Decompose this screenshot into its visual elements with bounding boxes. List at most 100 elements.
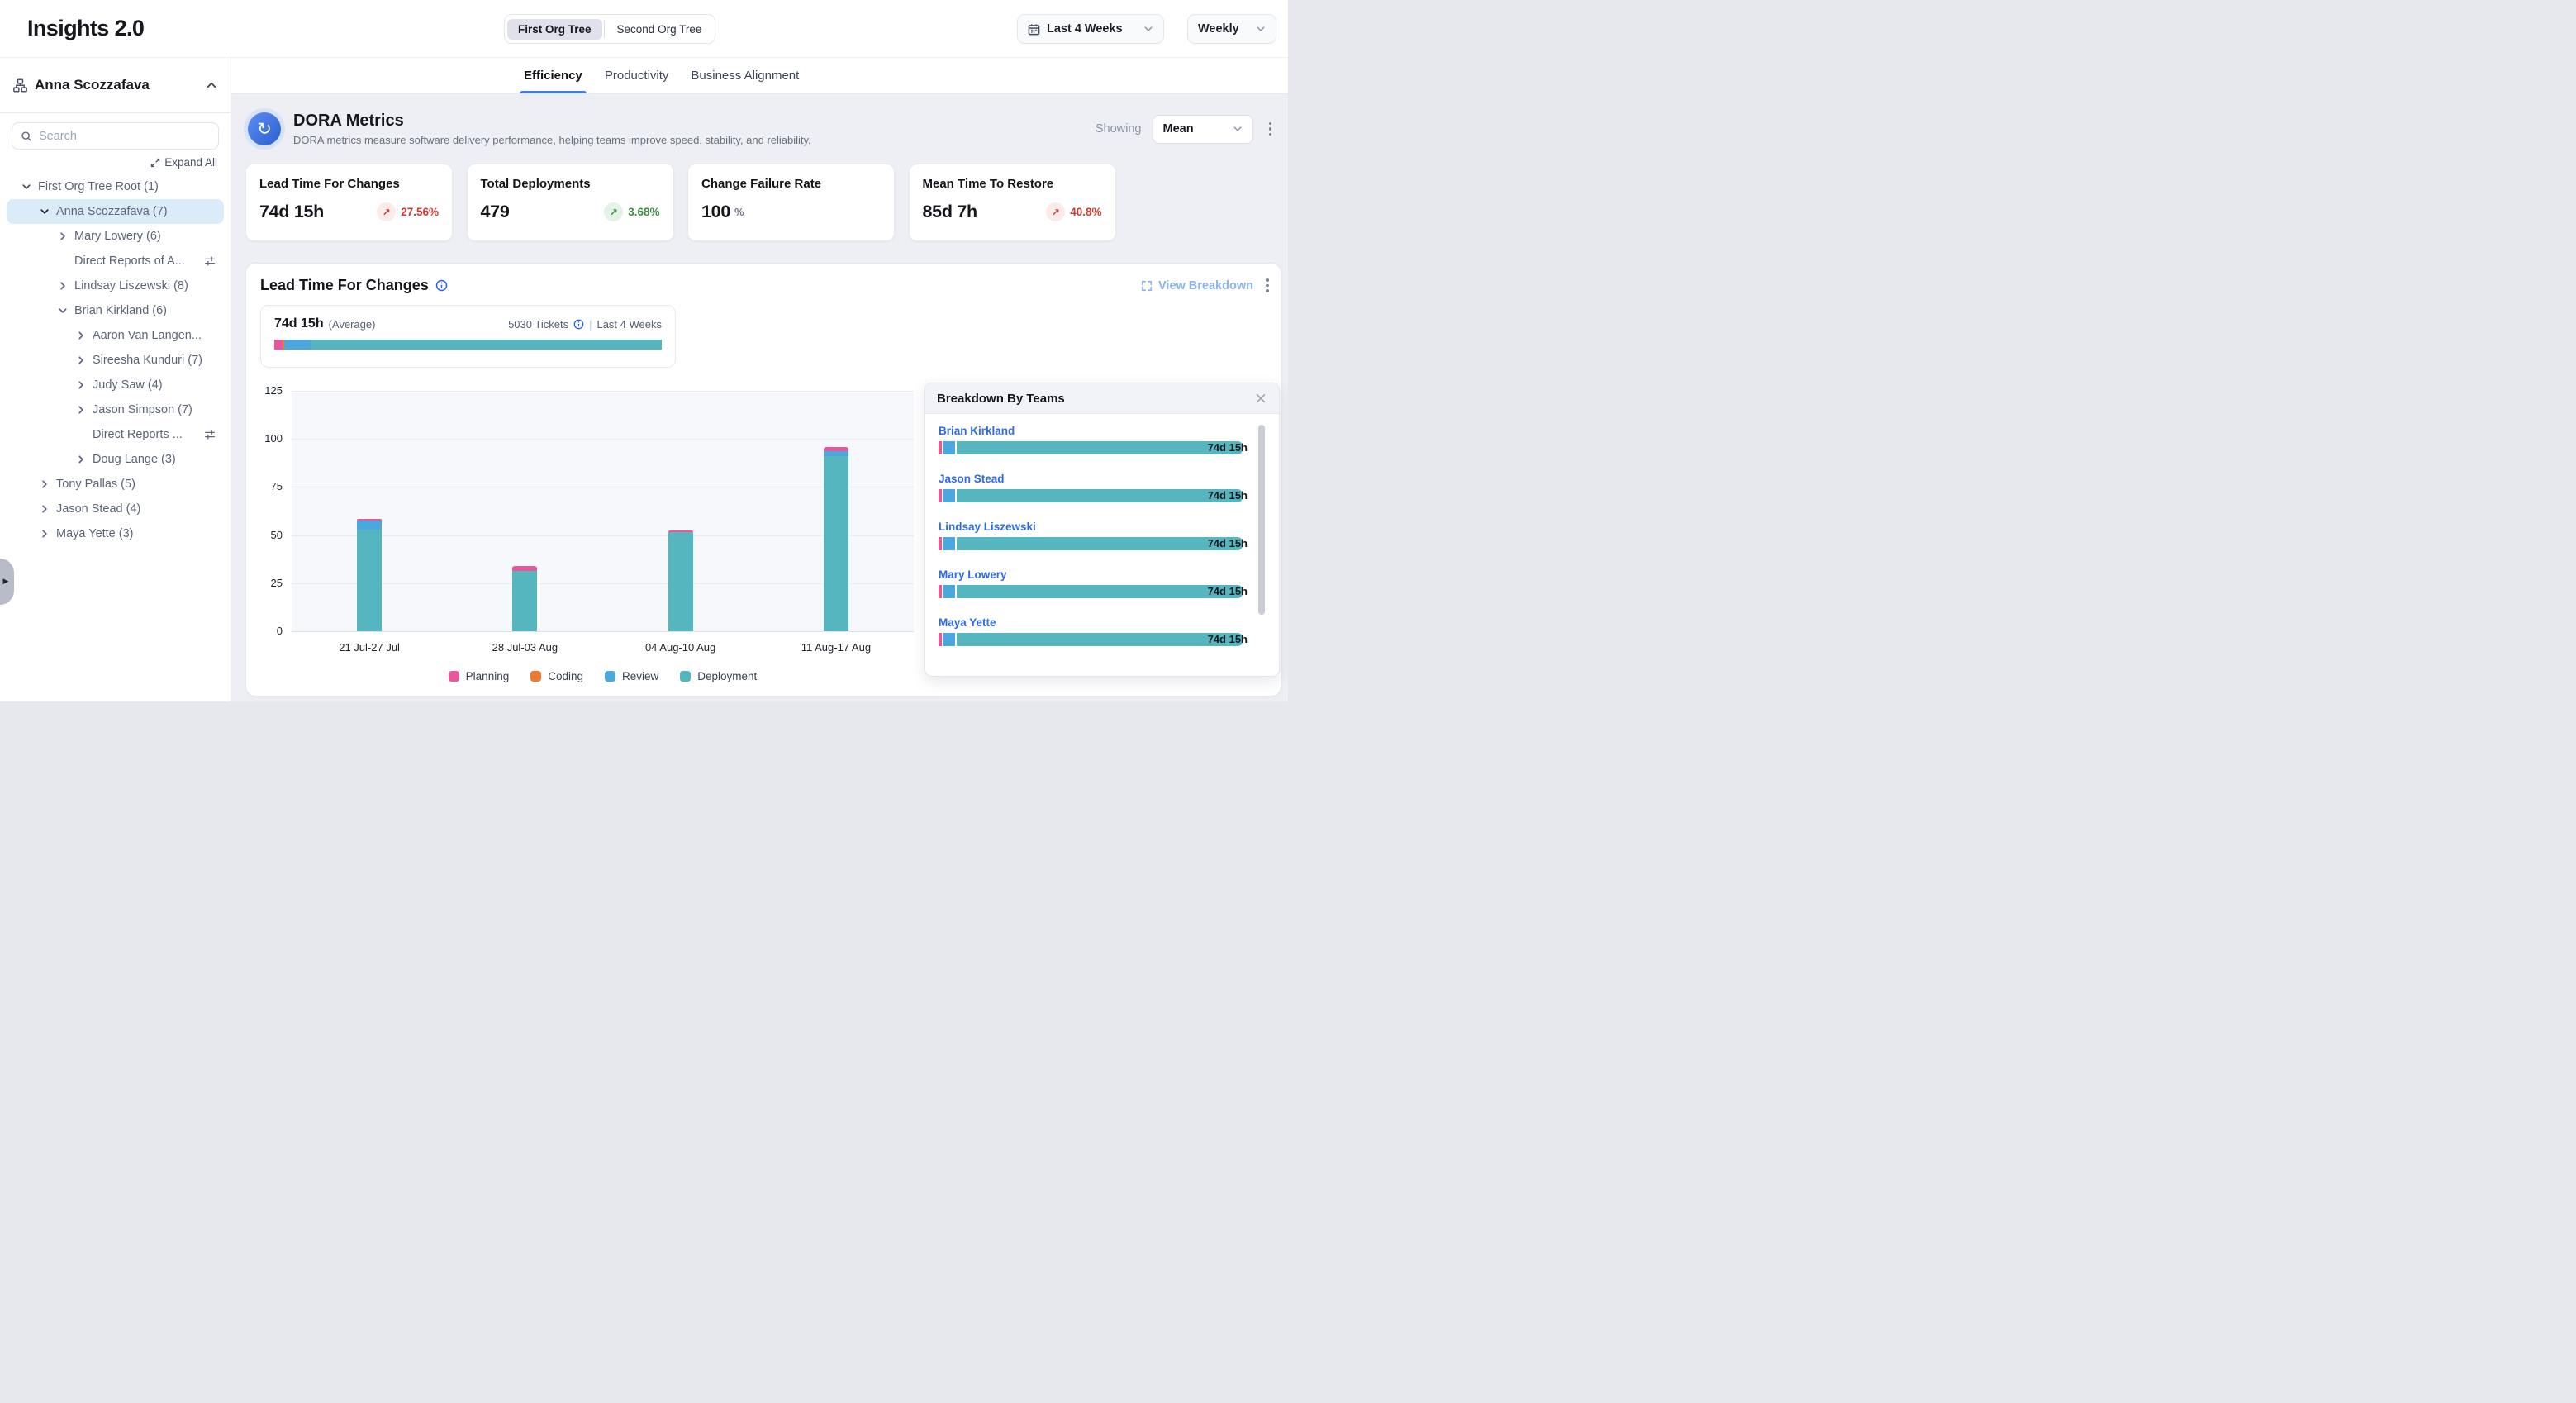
calendar-icon [1028, 23, 1040, 36]
breakdown-panel-body: Brian Kirkland 74d 15h Jason Stead 74d 15h L… [925, 414, 1279, 664]
team-value: 74d 15h [1208, 441, 1248, 454]
team-stacked-bar: 74d 15h [939, 441, 1243, 454]
tree-item-label: Sireesha Kunduri (7) [93, 354, 202, 367]
bar-planning-28-jul-03-aug[interactable] [512, 566, 537, 571]
sidebar-item-mary-lowery[interactable]: Mary Lowery (6) [0, 224, 231, 249]
team-name-link[interactable]: Jason Stead [939, 473, 1243, 485]
lead-time-menu-kebab-icon[interactable] [1261, 275, 1274, 296]
chevron-down-icon [1233, 124, 1243, 134]
sidebar-item-first-org-tree-root[interactable]: First Org Tree Root (1) [0, 174, 231, 199]
toggle-second-org-tree[interactable]: Second Org Tree [606, 19, 713, 40]
bar-deployment-21-jul-27-jul[interactable] [357, 530, 382, 631]
team-name-link[interactable]: Brian Kirkland [939, 425, 1243, 437]
metric-card-change-failure-rate: Change Failure Rate100% [687, 164, 895, 241]
tree-item-label: First Org Tree Root (1) [38, 180, 159, 193]
chevron-right-icon[interactable] [58, 281, 68, 291]
dora-cycle-icon: ↻ [248, 112, 281, 145]
filter-sliders-icon[interactable] [204, 255, 216, 267]
view-breakdown-button[interactable]: View Breakdown [1141, 279, 1253, 292]
tab-efficiency[interactable]: Efficiency [524, 58, 582, 93]
sidebar-item-jason-stead[interactable]: Jason Stead (4) [0, 497, 231, 521]
sidebar-item-judy-saw[interactable]: Judy Saw (4) [0, 373, 231, 397]
bar-deployment-11-aug-17-aug[interactable] [824, 456, 848, 631]
date-range-value: Last 4 Weeks [1047, 22, 1123, 36]
chevron-right-icon[interactable] [76, 355, 86, 365]
sidebar-item-anna-scozzafava[interactable]: Anna Scozzafava (7) [7, 199, 224, 224]
bar-planning-21-jul-27-jul[interactable] [357, 519, 382, 521]
info-icon[interactable] [435, 279, 448, 292]
y-axis-tick-label: 125 [254, 384, 283, 397]
bar-deployment-04-aug-10-aug[interactable] [668, 532, 693, 631]
chevron-down-icon [1143, 24, 1153, 34]
dora-menu-kebab-icon[interactable] [1264, 119, 1277, 140]
team-name-link[interactable]: Maya Yette [939, 616, 1243, 629]
legend-label: Coding [548, 670, 583, 682]
chevron-right-icon[interactable] [40, 479, 50, 489]
sidebar-item-direct-reports[interactable]: Direct Reports ... [0, 422, 231, 447]
chevron-right-icon[interactable] [40, 504, 50, 514]
team-name-link[interactable]: Mary Lowery [939, 568, 1243, 581]
lead-time-section-card: Lead Time For Changes View Breakdown 74d… [245, 263, 1281, 697]
tree-item-label: Direct Reports ... [93, 428, 183, 441]
bar-review-21-jul-27-jul[interactable] [357, 521, 382, 530]
chevron-right-icon[interactable] [76, 380, 86, 390]
breakdown-scrollbar-thumb[interactable] [1258, 425, 1265, 615]
breakdown-row-maya-yette: Maya Yette74d 15h [939, 616, 1243, 664]
bar-review-11-aug-17-aug[interactable] [824, 451, 848, 456]
legend-item-planning[interactable]: Planning [449, 670, 510, 682]
chevron-right-icon[interactable] [40, 529, 50, 539]
average-summary-card: 74d 15h (Average) 5030 Tickets | Last 4 … [260, 305, 676, 368]
bar-segment-deployment [957, 441, 1243, 454]
x-axis-tick-label: 28 Jul-03 Aug [467, 641, 582, 654]
legend-item-review[interactable]: Review [605, 670, 658, 682]
bar-planning-04-aug-10-aug[interactable] [668, 530, 693, 532]
team-name-link[interactable]: Lindsay Liszewski [939, 521, 1243, 533]
sidebar-item-aaron-van-langen[interactable]: Aaron Van Langen... [0, 323, 231, 348]
expand-arrows-icon [150, 158, 160, 168]
bar-deployment-28-jul-03-aug[interactable] [512, 571, 537, 631]
expand-all-button[interactable]: Expand All [13, 156, 217, 169]
tab-productivity[interactable]: Productivity [605, 58, 669, 93]
metric-delta-value: 3.68% [628, 206, 659, 218]
chevron-right-icon[interactable] [58, 231, 68, 241]
legend-item-coding[interactable]: Coding [530, 670, 583, 682]
sidebar-item-lindsay-liszewski[interactable]: Lindsay Liszewski (8) [0, 273, 231, 298]
insights-dashboard: Insights 2.0 First Org Tree Second Org T… [0, 0, 1288, 702]
tab-business-alignment[interactable]: Business Alignment [691, 58, 799, 93]
sidebar-item-direct-reports-of-a[interactable]: Direct Reports of A... [0, 249, 231, 273]
main-area: Efficiency Productivity Business Alignment… [231, 58, 1288, 702]
legend-item-deployment[interactable]: Deployment [680, 670, 757, 682]
bar-planning-11-aug-17-aug[interactable] [824, 447, 848, 451]
breakdown-row-mary-lowery: Mary Lowery74d 15h [939, 568, 1243, 616]
chevron-right-icon[interactable] [76, 331, 86, 340]
granularity-select[interactable]: Weekly [1187, 14, 1276, 44]
sidebar-item-jason-simpson[interactable]: Jason Simpson (7) [0, 397, 231, 422]
toggle-first-org-tree[interactable]: First Org Tree [507, 19, 602, 40]
tree-item-label: Tony Pallas (5) [56, 478, 135, 491]
aggregation-select[interactable]: Mean [1153, 115, 1253, 144]
sidebar-item-doug-lange[interactable]: Doug Lange (3) [0, 447, 231, 472]
team-value: 74d 15h [1208, 537, 1248, 549]
filter-sliders-icon[interactable] [204, 429, 216, 440]
sidebar-expand-handle[interactable]: ▶ [0, 559, 14, 605]
gridline [292, 535, 914, 536]
sidebar-item-brian-kirkland[interactable]: Brian Kirkland (6) [0, 298, 231, 323]
close-icon[interactable]: × [1254, 391, 1267, 407]
dora-description: DORA metrics measure software delivery p… [293, 134, 811, 146]
search-input[interactable] [39, 130, 210, 143]
sidebar-item-tony-pallas[interactable]: Tony Pallas (5) [0, 472, 231, 497]
chevron-right-icon[interactable] [76, 454, 86, 464]
chevron-down-icon[interactable] [58, 306, 68, 316]
sidebar-item-sireesha-kunduri[interactable]: Sireesha Kunduri (7) [0, 348, 231, 373]
metric-cards-row: Lead Time For Changes74d 15h↗27.56%Total… [245, 164, 1281, 241]
metric-value: 100 [701, 202, 730, 222]
sidebar-collapse-chevron-up-icon[interactable] [206, 79, 217, 91]
chevron-right-icon[interactable] [76, 405, 86, 415]
sidebar-item-maya-yette[interactable]: Maya Yette (3) [0, 521, 231, 546]
bar-segment-review [943, 585, 955, 598]
info-icon[interactable] [573, 319, 584, 330]
chevron-down-icon[interactable] [21, 182, 31, 192]
chevron-down-icon[interactable] [40, 207, 50, 216]
metric-title: Change Failure Rate [701, 177, 881, 191]
date-range-select[interactable]: Last 4 Weeks [1017, 14, 1164, 44]
